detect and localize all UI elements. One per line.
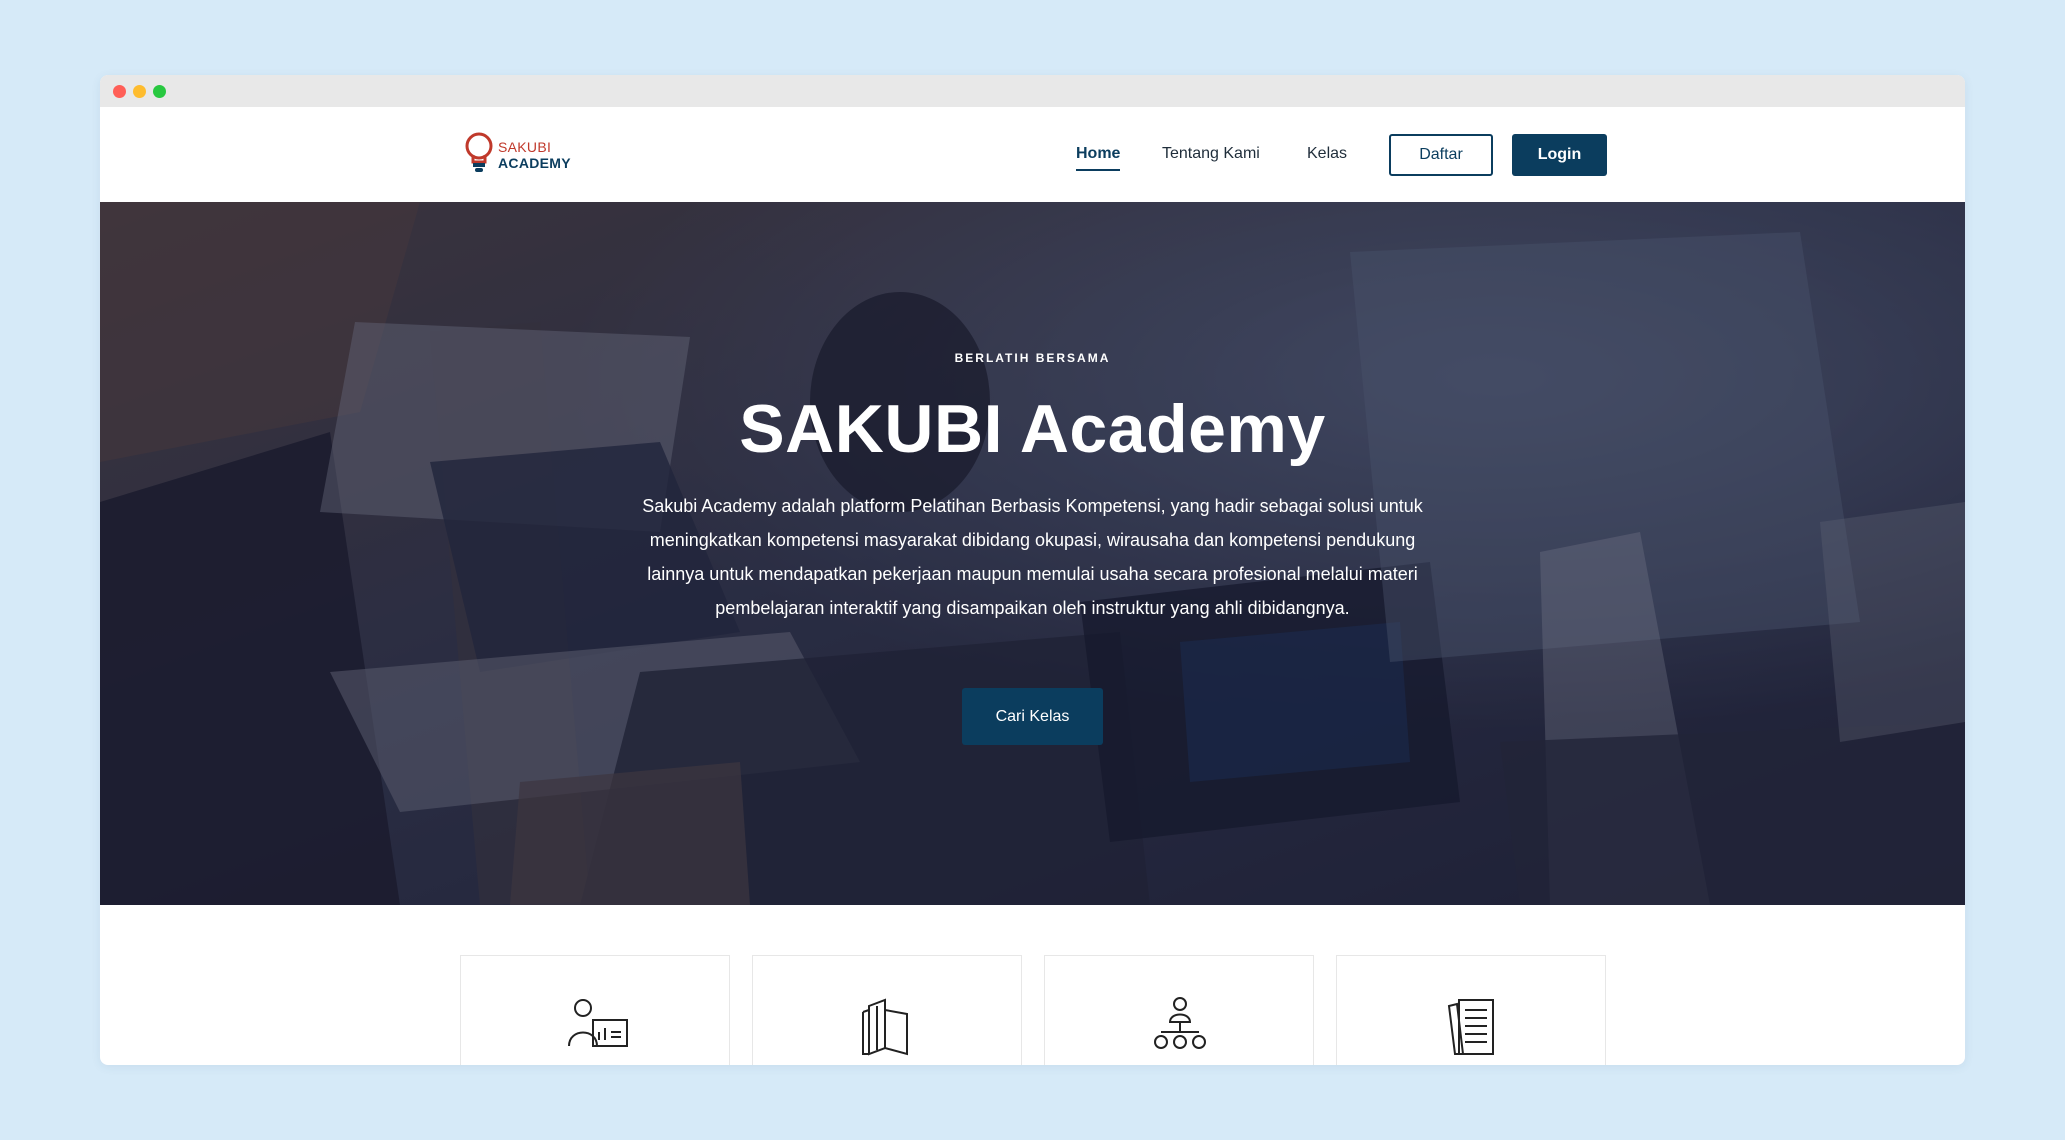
nav-item-label: Tentang Kami: [1162, 145, 1260, 162]
documents-icon: [1447, 999, 1494, 1055]
nav-item-kelas[interactable]: Kelas: [1307, 145, 1347, 163]
features-section: [100, 905, 1965, 1065]
nav-item-label: Home: [1076, 145, 1121, 162]
maximize-window-dot[interactable]: [153, 85, 166, 98]
lightbulb-icon: [464, 131, 494, 180]
browser-window: SAKUBI ACADEMY Home Tentang Kami Kelas D…: [100, 75, 1965, 1065]
brand-line-1: SAKUBI: [498, 139, 552, 156]
active-underline: [1076, 169, 1121, 171]
nav-item-tentang-kami[interactable]: Tentang Kami: [1162, 145, 1260, 163]
feature-card[interactable]: [1336, 955, 1606, 1065]
find-class-button[interactable]: Cari Kelas: [962, 688, 1103, 745]
window-titlebar: [100, 75, 1965, 107]
hero-section: BERLATIH BERSAMA SAKUBI Academy Sakubi A…: [100, 202, 1965, 905]
close-window-dot[interactable]: [113, 85, 126, 98]
nav-item-label: Kelas: [1307, 145, 1348, 162]
feature-card[interactable]: [1044, 955, 1314, 1065]
site-navbar: SAKUBI ACADEMY Home Tentang Kami Kelas D…: [100, 107, 1965, 202]
hero-title: SAKUBI Academy: [739, 391, 1326, 467]
register-button[interactable]: Daftar: [1389, 134, 1493, 176]
hero-description: Sakubi Academy adalah platform Pelatihan…: [642, 496, 1423, 618]
hero-eyebrow: BERLATIH BERSAMA: [954, 351, 1111, 365]
feature-card[interactable]: [752, 955, 1022, 1065]
feature-card[interactable]: [460, 955, 730, 1065]
login-button[interactable]: Login: [1512, 134, 1607, 176]
team-network-icon: [1154, 997, 1206, 1049]
open-book-icon: [862, 998, 908, 1056]
brand-logo[interactable]: SAKUBI ACADEMY: [464, 131, 571, 180]
brand-line-2: ACADEMY: [498, 154, 571, 171]
instructor-presentation-icon: [568, 999, 628, 1047]
nav-item-home[interactable]: Home: [1076, 145, 1121, 171]
minimize-window-dot[interactable]: [133, 85, 146, 98]
